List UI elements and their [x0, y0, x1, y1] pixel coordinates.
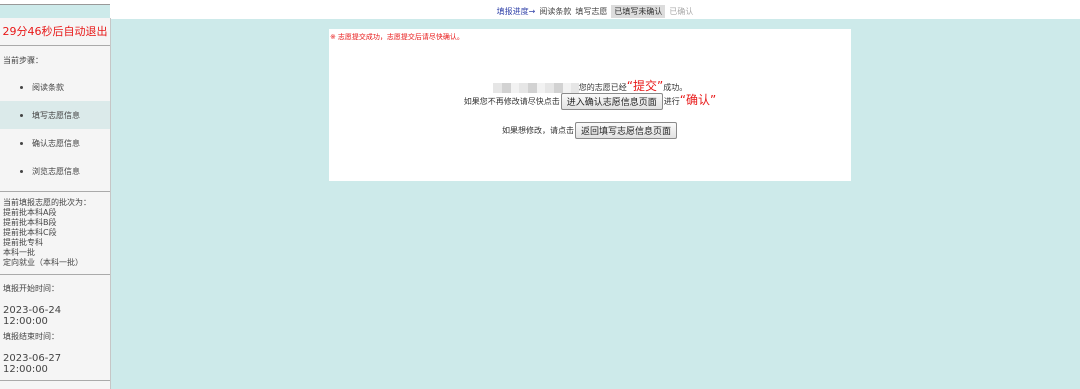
batch-item: 提前批本科C段	[3, 228, 57, 237]
confirm-highlight: “确认”	[679, 93, 717, 107]
batch-list: 提前批本科A段 提前批本科B段 提前批本科C段 提前批专科 本科一批 定向就业（…	[3, 208, 107, 268]
warning-icon: ※	[330, 33, 336, 41]
confirm-middle: 进行	[663, 97, 680, 106]
sidebar-item-browse-info[interactable]: 浏览志愿信息	[0, 157, 110, 185]
bullet-icon	[20, 85, 23, 89]
batch-item: 本科一批	[3, 248, 35, 257]
sidebar-divider	[0, 380, 110, 381]
sidebar-item-label: 阅读条款	[32, 82, 64, 92]
confirm-prefix: 如果您不再修改请尽快点击	[463, 97, 560, 106]
sidebar-item-label: 确认志愿信息	[32, 138, 80, 148]
batch-section: 当前填报志愿的批次为： 提前批本科A段 提前批本科B段 提前批本科C段 提前批专…	[0, 191, 110, 268]
steps-title: 当前步骤：	[3, 56, 43, 65]
auto-logout-timer: 29分46秒后自动退出	[0, 18, 110, 46]
start-time-value: 2023-06-24 12:00:00	[3, 305, 62, 327]
progress-step-confirmed: 已确认	[669, 7, 694, 16]
progress-label: 填报进度→	[496, 7, 536, 16]
progress-step-read: 阅读条款	[539, 7, 572, 16]
end-time-value: 2023-06-27 12:00:00	[3, 353, 62, 375]
sidebar-item-read-terms[interactable]: 阅读条款	[0, 73, 110, 101]
sidebar-item-fill-info[interactable]: 填写志愿信息	[0, 101, 110, 129]
sidebar: 29分46秒后自动退出 当前步骤： 阅读条款 填写志愿信息 确认志愿信息 浏览志…	[0, 18, 111, 389]
bullet-icon	[20, 169, 23, 173]
result-panel: ※ 志愿提交成功，志愿提交后请尽快确认。 您的志愿已经“提交”成功。 如果您不再修…	[329, 29, 851, 181]
batch-item: 提前批专科	[3, 238, 43, 247]
sidebar-item-label: 浏览志愿信息	[32, 166, 80, 176]
bullet-icon	[20, 113, 23, 117]
batch-item: 提前批本科B段	[3, 218, 57, 227]
confirm-line: 如果您不再修改请尽快点击 进入确认志愿信息页面 进行“确认”	[329, 91, 851, 110]
notice-text: 志愿提交成功，志愿提交后请尽快确认。	[337, 33, 464, 41]
progress-step-fill: 填写志愿	[575, 7, 608, 16]
sidebar-item-label: 填写志愿信息	[32, 110, 80, 120]
bullet-icon	[20, 141, 23, 145]
batch-title: 当前填报志愿的批次为：	[3, 198, 91, 207]
batch-item: 提前批本科A段	[3, 208, 57, 217]
progress-bar: 填报进度→ 阅读条款 填写志愿 已填写未确认 已确认	[110, 4, 1080, 19]
return-fill-button[interactable]: 返回填写志愿信息页面	[574, 122, 677, 139]
notice-message: ※ 志愿提交成功，志愿提交后请尽快确认。	[329, 29, 851, 42]
batch-item: 定向就业（本科一批）	[3, 258, 83, 267]
start-time-label: 填报开始时间：	[3, 284, 59, 293]
time-section: 填报开始时间： 2023-06-24 12:00:00 填报结束时间： 2023…	[0, 274, 110, 375]
sidebar-item-confirm-info[interactable]: 确认志愿信息	[0, 129, 110, 157]
confirm-info-button[interactable]: 进入确认志愿信息页面	[560, 93, 663, 110]
modify-line: 如果想修改，请点击 返回填写志愿信息页面	[329, 122, 851, 139]
progress-step-status: 已填写未确认	[611, 5, 666, 18]
modify-prefix: 如果想修改，请点击	[501, 126, 574, 135]
